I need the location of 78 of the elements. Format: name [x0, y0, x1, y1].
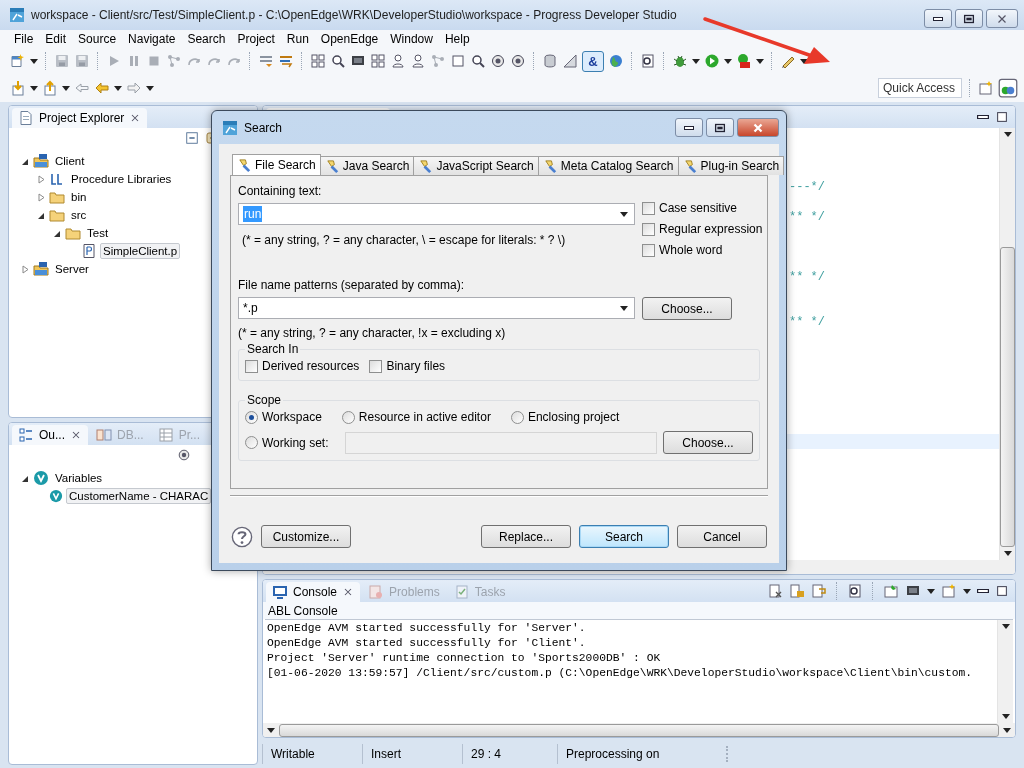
search-tab[interactable]: File Search: [232, 154, 321, 175]
tree-item[interactable]: src: [68, 207, 90, 223]
radio-label[interactable]: Enclosing project: [527, 410, 620, 424]
code-text: ---*/: [789, 179, 825, 194]
tab-label: File Search: [255, 158, 316, 172]
checkbox-label[interactable]: Binary files: [386, 359, 446, 373]
search-tab[interactable]: Plug-in Search: [677, 156, 785, 175]
tree-item[interactable]: SimpleClient.p: [100, 243, 181, 259]
dialog-title: Search: [244, 120, 284, 135]
field-label: Containing text:: [238, 184, 323, 198]
search-tab[interactable]: Java Search: [319, 156, 415, 175]
view-tab[interactable]: Console: [266, 582, 361, 602]
tree-item[interactable]: bin: [68, 189, 90, 205]
tab-label: Meta Catalog Search: [560, 159, 674, 173]
menu-item[interactable]: OpenEdge: [314, 32, 385, 46]
field-label: File name patterns (separated by comma):: [238, 278, 466, 292]
radio-label[interactable]: Workspace: [262, 410, 322, 424]
status-field: 29 : 4: [462, 744, 557, 764]
tab-label: JavaScript Search: [436, 159, 534, 173]
tab-label: Plug-in Search: [700, 159, 780, 173]
view-tab[interactable]: Ou...: [12, 425, 88, 445]
console-line: OpenEdge AVM started successfully for 'Client'.: [267, 636, 587, 651]
console-title: ABL Console: [263, 602, 1015, 619]
tree-item[interactable]: CustomerName - CHARAC: [66, 488, 212, 504]
menu-item[interactable]: Help: [438, 32, 476, 46]
tab-label: Java Search: [342, 159, 410, 173]
menu-item[interactable]: File: [8, 32, 40, 46]
dialog-button[interactable]: Replace...: [481, 525, 571, 548]
checkbox-label[interactable]: Regular expression: [659, 222, 763, 236]
choose-button[interactable]: Choose...: [663, 431, 753, 454]
menu-item[interactable]: Project: [231, 32, 281, 46]
group-title: Search In: [246, 342, 300, 356]
search-tab[interactable]: JavaScript Search: [413, 156, 539, 175]
quick-access-field[interactable]: Quick Access: [878, 78, 962, 98]
toggle-button[interactable]: &: [582, 50, 604, 72]
code-text: ** */: [789, 209, 825, 224]
code-text: ** */: [789, 314, 825, 329]
status-field: Insert: [362, 744, 462, 764]
checkbox-label[interactable]: Case sensitive: [659, 201, 738, 215]
tree-item[interactable]: Client: [52, 153, 88, 169]
dialog-button[interactable]: Search: [579, 525, 669, 548]
status-field: Preprocessing on: [557, 744, 722, 764]
menu-item[interactable]: Run: [280, 32, 315, 46]
tab-label: Project Explorer: [39, 111, 125, 125]
status-field: Writable: [262, 744, 362, 764]
checkbox-label[interactable]: Whole word: [659, 243, 723, 257]
menu-item[interactable]: Source: [72, 32, 123, 46]
hint-text: (* = any string, ? = any character, \ = escape for literals: * ? \): [241, 233, 567, 247]
radio-label[interactable]: Resource in active editor: [358, 410, 491, 424]
dialog-button[interactable]: Customize...: [261, 525, 351, 548]
console-line: [01-06-2020 13:59:57] /Client/src/custom.p (C:\OpenEdge\WRK\DeveloperStudio\workspace\Client\bin\custom.: [267, 666, 974, 681]
menu-item[interactable]: Search: [181, 32, 232, 46]
tree-item[interactable]: Test: [84, 225, 112, 241]
hint-text: (* = any string, ? = any character, !x = excluding x): [238, 326, 507, 340]
tree-item[interactable]: Server: [52, 261, 92, 277]
tree-item[interactable]: Procedure Libraries: [68, 171, 175, 187]
code-text: ** */: [789, 269, 825, 284]
group-title: Scope: [246, 393, 283, 407]
tab-label: Problems: [389, 585, 440, 599]
choose-button[interactable]: Choose...: [642, 297, 732, 320]
tab-label: DB...: [117, 428, 144, 442]
console-line: OpenEdge AVM started successfully for 'Server'.: [267, 621, 587, 636]
dialog-button[interactable]: Cancel: [677, 525, 767, 548]
menu-item[interactable]: Edit: [39, 32, 73, 46]
tab-label: Tasks: [474, 585, 506, 599]
console-line: Project 'Server' runtime connection to 'Sports2000DB' : OK: [267, 651, 662, 666]
menu-item[interactable]: Window: [384, 32, 439, 46]
radio-label[interactable]: Working set:: [262, 435, 329, 450]
view-tab[interactable]: Project Explorer: [12, 108, 148, 128]
tab-label: Console: [293, 585, 338, 599]
search-tab[interactable]: Meta Catalog Search: [537, 156, 679, 175]
window-title: workspace - Client/src/Test/SimpleClient.p - C:\OpenEdge\WRK\DeveloperStudio\workspace - Progress Developer Studio: [31, 8, 678, 22]
menu-item[interactable]: Navigate: [122, 32, 182, 46]
checkbox-label[interactable]: Derived resources: [262, 359, 360, 373]
file-pattern-combo[interactable]: *.p: [238, 297, 635, 319]
tab-label: Pr...: [178, 428, 201, 442]
tab-label: Ou...: [39, 428, 65, 442]
tree-item[interactable]: Variables: [52, 470, 106, 486]
